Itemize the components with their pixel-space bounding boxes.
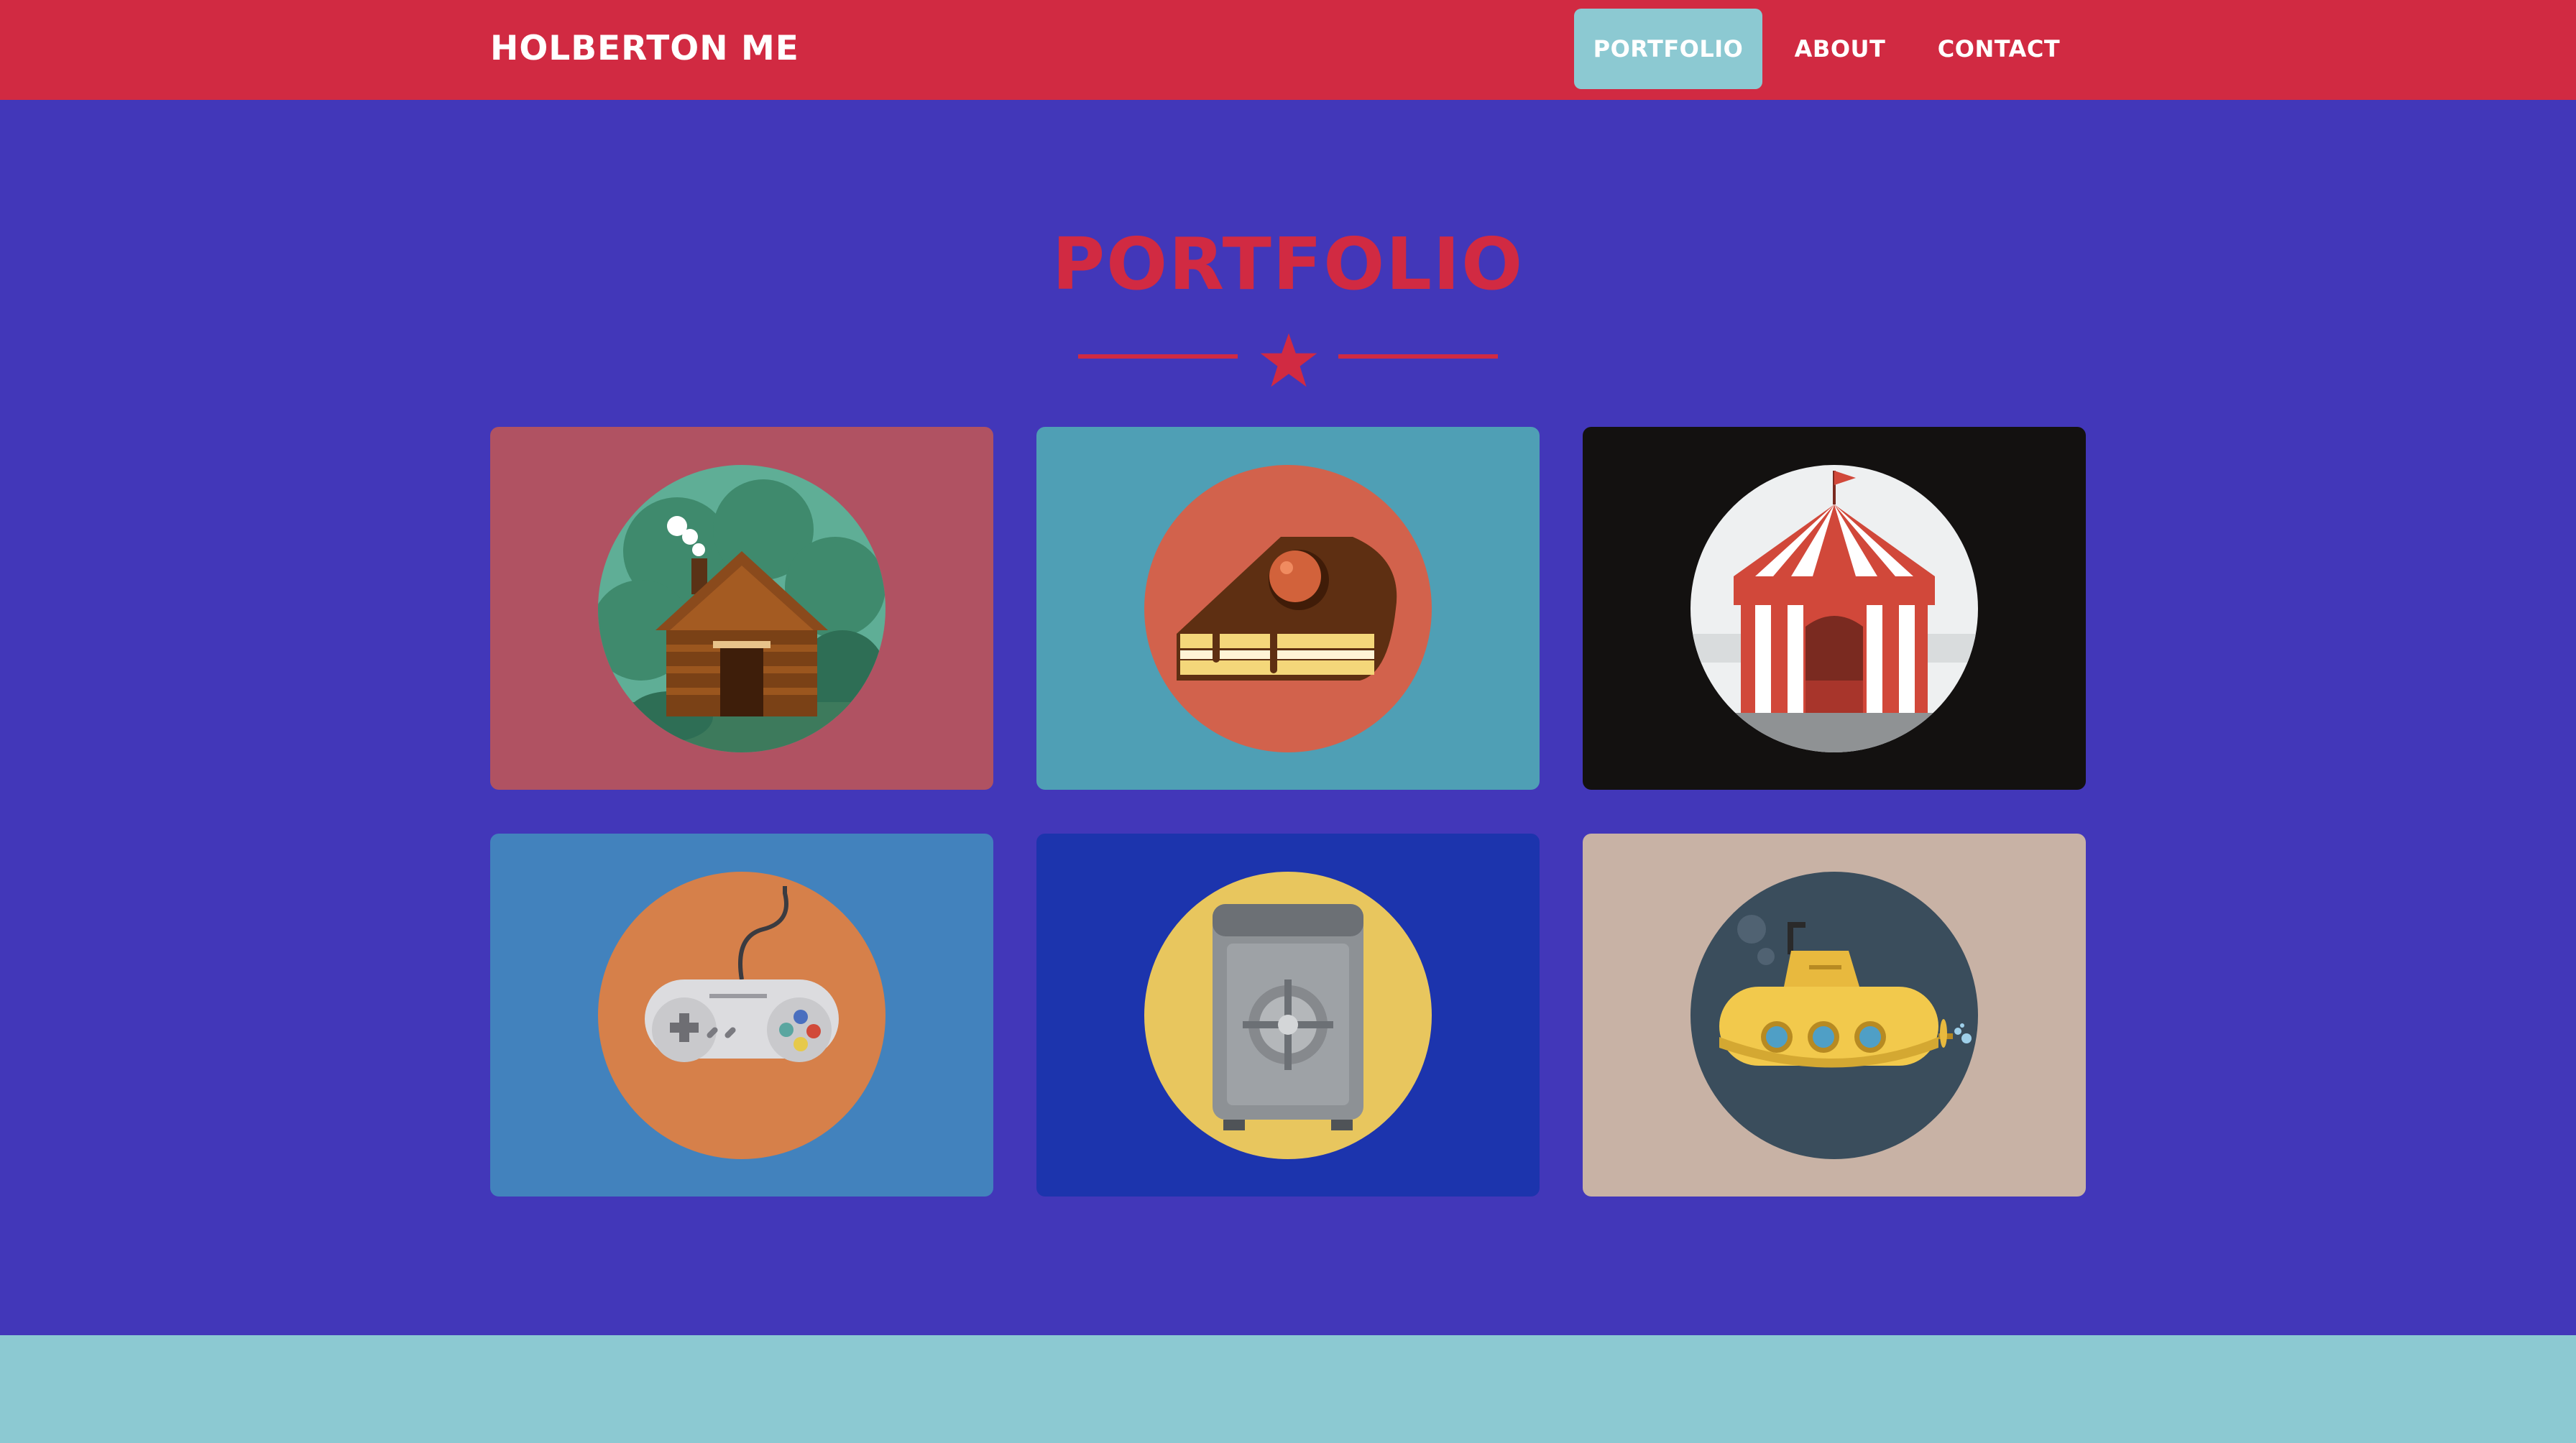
circus-tent-icon	[1690, 465, 1978, 752]
footer	[0, 1335, 2576, 1443]
portfolio-item-cake[interactable]	[1036, 427, 1540, 790]
divider-line-right	[1338, 354, 1498, 359]
portfolio-item-safe[interactable]	[1036, 834, 1540, 1197]
safe-icon	[1144, 872, 1432, 1159]
submarine-icon	[1690, 872, 1978, 1159]
brand-link[interactable]: HOLBERTON ME	[490, 27, 799, 70]
portfolio-item-controller[interactable]	[490, 834, 993, 1197]
nav-link-contact[interactable]: CONTACT	[1918, 9, 2080, 89]
section-title: PORTFOLIO	[1052, 222, 1524, 306]
divider-line-left	[1078, 354, 1238, 359]
nav-link-about[interactable]: ABOUT	[1782, 9, 1898, 89]
nav-link-portfolio[interactable]: PORTFOLIO	[1574, 9, 1762, 89]
game-controller-icon	[598, 872, 886, 1159]
portfolio-item-circus[interactable]	[1583, 427, 2086, 790]
navbar: HOLBERTON ME PORTFOLIO ABOUT CONTACT	[0, 0, 2576, 100]
cake-slice-icon	[1144, 465, 1432, 752]
portfolio-item-submarine[interactable]	[1583, 834, 2086, 1197]
log-cabin-icon	[598, 465, 886, 752]
portfolio-item-cabin[interactable]	[490, 427, 993, 790]
star-icon	[1260, 333, 1317, 387]
